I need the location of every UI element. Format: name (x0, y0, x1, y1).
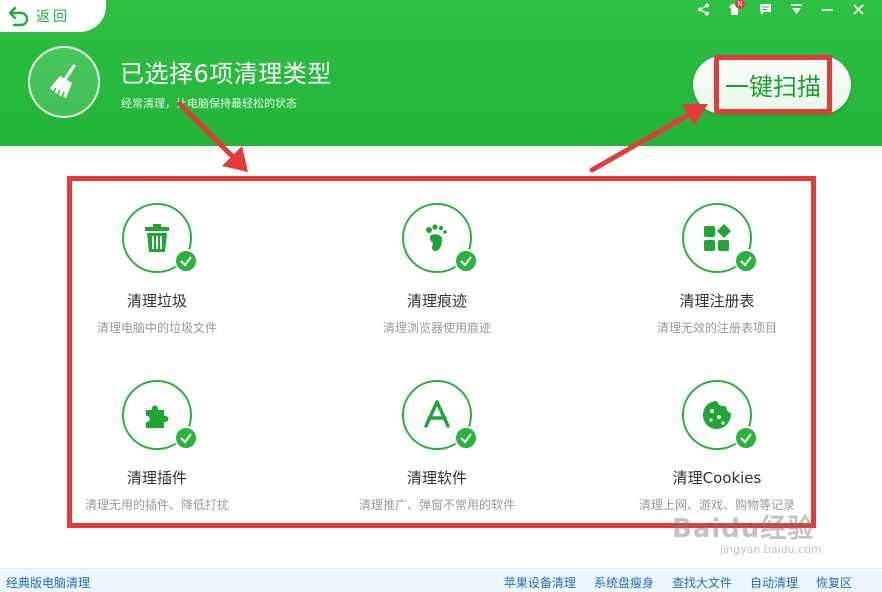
header-banner: 返回 N 已选择6项清理类型 经常清理，让电脑保持最轻松的状态 一键扫描 (0, 0, 882, 146)
watermark-main: Baidu经验 (672, 514, 815, 544)
option-title: 清理痕迹 (406, 292, 467, 310)
page-title: 已选择6项清理类型 (120, 60, 332, 88)
footer-bar: 经典版电脑清理 苹果设备清理 系统盘瘦身 查找大文件 自动清理 恢复区 (0, 568, 882, 592)
checkmark-icon[interactable] (734, 426, 758, 450)
option-desc: 清理无效的注册表项目 (656, 321, 777, 335)
footer-links: 苹果设备清理 系统盘瘦身 查找大文件 自动清理 恢复区 (504, 574, 852, 591)
footer-link-system-slim[interactable]: 系统盘瘦身 (594, 574, 654, 591)
back-button[interactable]: 返回 (0, 0, 106, 32)
checkmark-icon[interactable] (174, 426, 198, 450)
classic-cleanup-link[interactable]: 经典版电脑清理 (6, 574, 90, 591)
option-desc: 清理无用的插件、降低打扰 (84, 498, 229, 512)
option-title: 清理注册表 (679, 292, 755, 310)
notify-badge: N (735, 0, 745, 9)
back-label: 返回 (36, 9, 70, 25)
one-click-scan-button[interactable]: 一键扫描 (714, 55, 832, 114)
footer-link-find-large-files[interactable]: 查找大文件 (672, 574, 732, 591)
message-icon[interactable] (750, 0, 781, 18)
broom-icon (28, 46, 100, 118)
menu-icon[interactable] (781, 0, 812, 18)
close-icon[interactable] (843, 0, 874, 18)
option-title: 清理插件 (126, 469, 187, 487)
footer-link-auto-cleanup[interactable]: 自动清理 (750, 574, 798, 591)
footer-link-restore-area[interactable]: 恢复区 (816, 574, 852, 591)
share-icon[interactable] (688, 0, 719, 18)
checkmark-icon[interactable] (174, 249, 198, 273)
option-desc: 清理推广、弹窗不常用的软件 (358, 498, 515, 512)
option-desc: 清理电脑中的垃圾文件 (96, 321, 217, 335)
option-title: 清理垃圾 (126, 292, 187, 310)
option-title: 清理Cookies (672, 469, 762, 487)
back-arrow-icon (8, 6, 29, 27)
checkmark-icon[interactable] (454, 426, 478, 450)
watermark-sub: jingyan.baidu.com (720, 543, 822, 556)
footer-link-apple-cleanup[interactable]: 苹果设备清理 (504, 574, 576, 591)
option-title: 清理软件 (406, 469, 467, 487)
skin-icon[interactable]: N (719, 0, 750, 18)
checkmark-icon[interactable] (734, 249, 758, 273)
checkmark-icon[interactable] (454, 249, 478, 273)
window-controls: N (688, 0, 874, 18)
minimize-icon[interactable] (812, 0, 843, 18)
baidu-watermark: Baidu经验 jingyan.baidu.com (672, 508, 822, 556)
option-desc: 清理浏览器使用痕迹 (382, 321, 491, 335)
page-subtitle: 经常清理，让电脑保持最轻松的状态 (121, 97, 297, 110)
